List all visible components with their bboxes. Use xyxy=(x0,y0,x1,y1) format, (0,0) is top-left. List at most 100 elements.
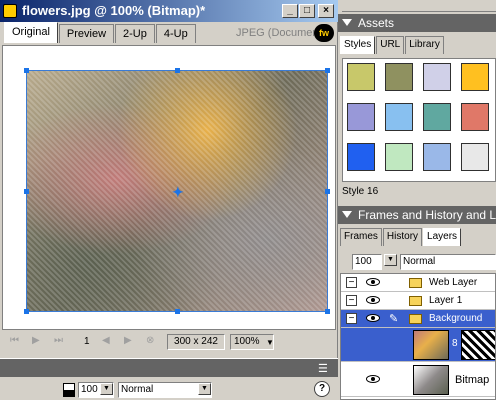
tab-2-up[interactable]: 2-Up xyxy=(115,24,155,43)
tab-history[interactable]: History xyxy=(382,228,423,246)
canvas-size-readout[interactable]: 300 x 242 xyxy=(167,334,225,350)
panel-dock: Assets Styles URL Library Style 16 Frame… xyxy=(338,0,496,400)
layer-folder-icon xyxy=(409,314,422,324)
resize-handle-top-left[interactable] xyxy=(24,68,29,73)
assets-panel-title: Assets xyxy=(358,16,395,30)
properties-blend-dropdown-icon[interactable]: ▼ xyxy=(198,383,211,395)
collapse-layer-icon[interactable]: − xyxy=(346,313,357,324)
format-label: JPEG (Document) xyxy=(236,27,326,39)
resize-handle-left[interactable] xyxy=(24,189,29,194)
tab-original[interactable]: Original xyxy=(4,22,58,43)
zoom-dropdown-icon[interactable]: ▼ xyxy=(266,338,274,347)
view-tabs: Original Preview 2-Up 4-Up xyxy=(4,22,197,44)
resize-handle-right[interactable] xyxy=(325,189,330,194)
object-row-bitmap-masked[interactable]: 8 xyxy=(341,328,495,362)
opacity-dropdown-icon[interactable]: ▼ xyxy=(384,254,397,266)
layer-name: Background xyxy=(429,313,483,324)
properties-opacity-dropdown-icon[interactable]: ▼ xyxy=(100,383,113,395)
style-swatch[interactable] xyxy=(423,143,451,171)
properties-titlebar[interactable]: ☰ xyxy=(0,359,338,377)
stop-icon[interactable]: ⊗ xyxy=(146,335,154,346)
style-swatch[interactable] xyxy=(461,143,489,171)
resize-handle-bottom-right[interactable] xyxy=(325,309,330,314)
close-button[interactable]: × xyxy=(318,4,334,18)
layers-panel-title: Frames and History and La xyxy=(358,208,496,222)
layer-row-layer-1[interactable]: − Layer 1 xyxy=(341,292,495,310)
tab-4-up[interactable]: 4-Up xyxy=(155,24,196,43)
layer-folder-icon xyxy=(409,296,422,306)
mask-thumbnail xyxy=(461,330,495,360)
style-swatch[interactable] xyxy=(347,143,375,171)
style-swatch-grid xyxy=(342,58,496,182)
play-icon[interactable]: ▶ xyxy=(32,335,40,346)
visibility-eye-icon[interactable] xyxy=(366,278,380,286)
tab-styles[interactable]: Styles xyxy=(340,36,376,54)
assets-tabs: Styles URL Library xyxy=(340,36,445,54)
layers-tabs: Frames History Layers xyxy=(340,228,462,246)
visibility-eye-icon[interactable] xyxy=(366,375,380,383)
assets-panel-header[interactable]: Assets xyxy=(338,14,496,32)
fireworks-app-icon xyxy=(3,4,17,18)
fireworks-logo: fw xyxy=(314,24,334,42)
layer-opacity-input[interactable]: 100 xyxy=(352,254,382,270)
properties-bar: ☰ 100 ▼ Normal ▼ ? xyxy=(0,358,338,400)
document-titlebar[interactable]: flowers.jpg @ 100% (Bitmap)* _ □ × xyxy=(0,0,338,22)
resize-handle-bottom[interactable] xyxy=(175,309,180,314)
first-frame-icon[interactable]: ⏮ xyxy=(10,335,19,346)
tab-layers[interactable]: Layers xyxy=(423,228,462,246)
layer-row-background[interactable]: − ✎ Background xyxy=(341,310,495,328)
collapse-layer-icon[interactable]: − xyxy=(346,277,357,288)
selected-style-name: Style 16 xyxy=(342,186,379,197)
mask-link-icon[interactable]: 8 xyxy=(452,338,458,349)
fireworks-workspace: flowers.jpg @ 100% (Bitmap)* _ □ × Origi… xyxy=(0,0,496,400)
collapse-triangle-icon[interactable] xyxy=(342,211,352,218)
resize-handle-top-right[interactable] xyxy=(325,68,330,73)
help-icon[interactable]: ? xyxy=(314,381,330,397)
prev-frame-icon[interactable]: ◀ xyxy=(102,335,110,346)
style-swatch[interactable] xyxy=(385,63,413,91)
layers-panel-header[interactable]: Frames and History and La xyxy=(338,206,496,224)
layer-blend-mode-select[interactable]: Normal xyxy=(400,254,496,270)
style-swatch[interactable] xyxy=(385,143,413,171)
next-frame-icon[interactable]: ▶ xyxy=(124,335,132,346)
layers-list: − Web Layer − Layer 1 − ✎ Background 8 B… xyxy=(340,273,496,400)
resize-handle-bottom-left[interactable] xyxy=(24,309,29,314)
center-point-icon: ✦ xyxy=(172,184,184,200)
minimize-button[interactable]: _ xyxy=(282,4,298,18)
edit-pencil-icon: ✎ xyxy=(389,313,399,325)
tab-preview[interactable]: Preview xyxy=(58,24,115,43)
style-swatch[interactable] xyxy=(347,103,375,131)
panel-top-strip xyxy=(342,0,496,12)
document-title: flowers.jpg @ 100% (Bitmap)* xyxy=(22,3,206,18)
tab-url[interactable]: URL xyxy=(376,36,405,54)
style-swatch[interactable] xyxy=(385,103,413,131)
object-thumbnail xyxy=(413,330,449,360)
object-row-bitmap[interactable]: Bitmap xyxy=(341,363,495,397)
visibility-eye-icon[interactable] xyxy=(366,314,380,322)
object-name: Bitmap xyxy=(455,374,490,386)
layer-folder-icon xyxy=(409,278,422,288)
layer-row-web-layer[interactable]: − Web Layer xyxy=(341,274,495,292)
last-frame-icon[interactable]: ⏭ xyxy=(54,335,63,346)
style-swatch[interactable] xyxy=(423,103,451,131)
tab-library[interactable]: Library xyxy=(405,36,444,54)
object-thumbnail xyxy=(413,365,449,395)
resize-handle-top[interactable] xyxy=(175,68,180,73)
collapse-triangle-icon[interactable] xyxy=(342,19,352,26)
tab-frames[interactable]: Frames xyxy=(340,228,382,246)
frame-number: 1 xyxy=(84,336,90,347)
style-swatch[interactable] xyxy=(347,63,375,91)
document-status-bar: ⏮ ▶ ⏭ 1 ◀ ▶ ⊗ 300 x 242 100% ▼ xyxy=(2,331,336,353)
layer-name: Layer 1 xyxy=(429,295,463,306)
style-swatch[interactable] xyxy=(461,103,489,131)
layer-options-row: 100 ▼ Normal xyxy=(340,253,496,271)
maximize-button[interactable]: □ xyxy=(299,4,315,18)
style-swatch[interactable] xyxy=(423,63,451,91)
layer-name: Web Layer xyxy=(429,277,478,288)
document-window: flowers.jpg @ 100% (Bitmap)* _ □ × Origi… xyxy=(0,0,338,358)
visibility-eye-icon[interactable] xyxy=(366,296,380,304)
collapse-layer-icon[interactable]: − xyxy=(346,295,357,306)
options-menu-icon[interactable]: ☰ xyxy=(318,362,328,375)
opacity-icon xyxy=(63,383,75,397)
style-swatch[interactable] xyxy=(461,63,489,91)
